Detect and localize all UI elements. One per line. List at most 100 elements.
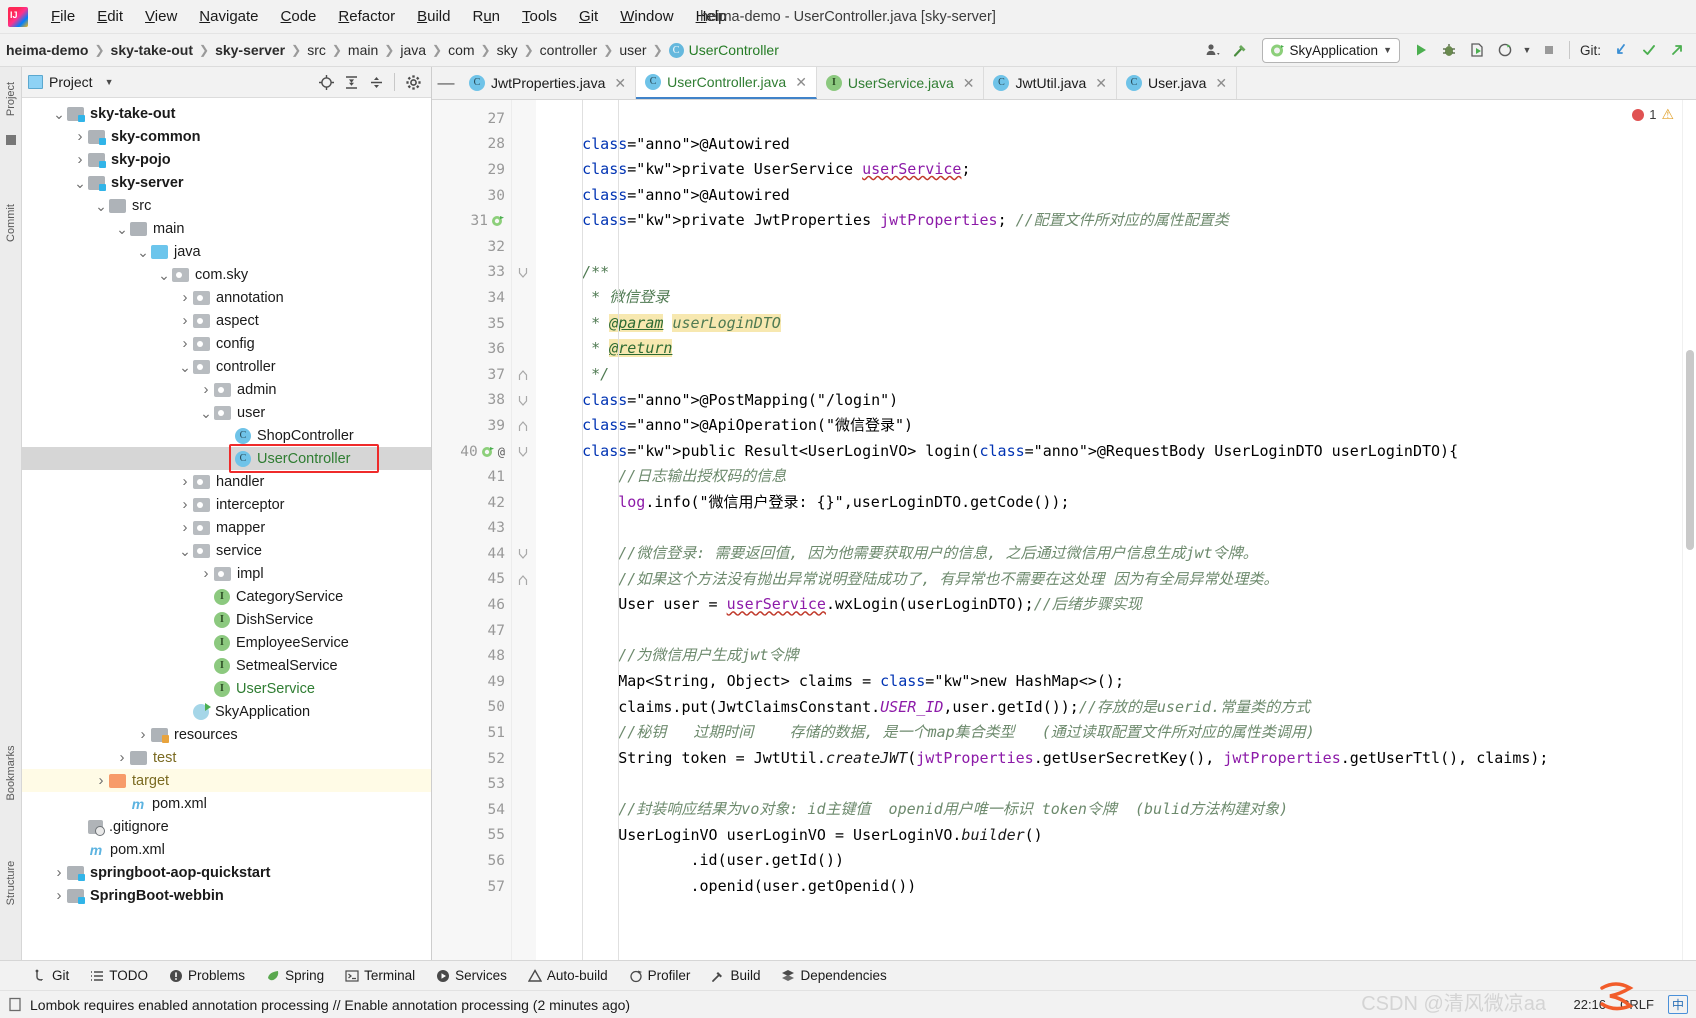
chevron-down-icon[interactable]: ⌄ — [177, 360, 193, 374]
menu-view[interactable]: View — [134, 5, 188, 28]
chevron-right-icon[interactable]: › — [72, 151, 88, 168]
tree-node-sky-take-out[interactable]: ⌄ sky-take-out — [22, 102, 431, 125]
code-line[interactable] — [536, 106, 1682, 132]
editor-tab-UserController.java[interactable]: C UserController.java ✕ — [636, 67, 817, 99]
menu-git[interactable]: Git — [568, 5, 609, 28]
tree-node-annotation[interactable]: › annotation — [22, 286, 431, 309]
menu-edit[interactable]: Edit — [86, 5, 134, 28]
fold-start-icon[interactable] — [518, 395, 529, 406]
breadcrumb-item-sky-take-out[interactable]: sky-take-out — [107, 40, 197, 60]
chevron-down-icon[interactable]: ⌄ — [51, 107, 67, 121]
tree-node-resources[interactable]: › resources — [22, 723, 431, 746]
chevron-down-icon[interactable]: ⌄ — [114, 222, 130, 236]
fold-start-icon[interactable] — [518, 548, 529, 560]
chevron-right-icon[interactable]: › — [198, 381, 214, 398]
user-avatar-icon[interactable] — [1200, 37, 1226, 63]
menu-window[interactable]: Window — [609, 5, 684, 28]
chevron-right-icon[interactable]: › — [135, 726, 151, 743]
code-line[interactable]: //为微信用户生成jwt令牌 — [536, 643, 1682, 669]
code-line[interactable] — [536, 618, 1682, 644]
code-line[interactable]: UserLoginVO userLoginVO = UserLoginVO.bu… — [536, 823, 1682, 849]
ime-indicator[interactable]: 中 — [1667, 995, 1688, 1014]
tree-node-pom.xml[interactable]: m pom.xml — [22, 838, 431, 861]
fold-end-icon[interactable] — [518, 369, 529, 380]
expand-all-icon[interactable] — [339, 70, 363, 94]
chevron-down-icon[interactable]: ⌄ — [93, 199, 109, 213]
menu-file[interactable]: File — [40, 5, 86, 28]
tree-node-target[interactable]: › target — [22, 769, 431, 792]
code-line[interactable]: class="anno">@ApiOperation("微信登录") — [536, 413, 1682, 439]
locate-icon[interactable] — [314, 70, 338, 94]
bottom-tab-problems[interactable]: Problems — [160, 965, 254, 986]
tree-node-pom.xml[interactable]: m pom.xml — [22, 792, 431, 815]
bottom-tab-profiler[interactable]: Profiler — [620, 965, 700, 986]
tree-node-DishService[interactable]: I DishService — [22, 608, 431, 631]
breadcrumb-current-class[interactable]: C UserController — [665, 40, 783, 61]
bottom-tab-dependencies[interactable]: Dependencies — [772, 965, 895, 986]
close-icon[interactable]: ✕ — [1215, 75, 1227, 92]
breadcrumb-item-controller[interactable]: controller — [536, 40, 602, 60]
bottom-tab-todo[interactable]: TODO — [81, 965, 157, 986]
chevron-right-icon[interactable]: › — [72, 128, 88, 145]
debug-icon[interactable] — [1436, 37, 1462, 63]
spring-endpoint-icon[interactable] — [481, 445, 495, 459]
close-icon[interactable]: ✕ — [1095, 75, 1107, 92]
code-line[interactable]: String token = JwtUtil.createJWT(jwtProp… — [536, 746, 1682, 772]
code-line[interactable]: //秘钥 过期时间 存储的数据, 是一个map集合类型 (通过读取配置文件所对应… — [536, 720, 1682, 746]
chevron-down-icon[interactable]: ⌄ — [135, 245, 151, 259]
code-line[interactable]: * 微信登录 — [536, 285, 1682, 311]
code-line[interactable] — [536, 234, 1682, 260]
chevron-down-icon[interactable]: ⌄ — [177, 544, 193, 558]
code-line[interactable]: claims.put(JwtClaimsConstant.USER_ID,use… — [536, 695, 1682, 721]
line-separator[interactable]: CRLF — [1620, 997, 1654, 1012]
git-commit-icon[interactable] — [1636, 37, 1662, 63]
run-with-coverage-icon[interactable] — [1464, 37, 1490, 63]
tree-node-.gitignore[interactable]: .gitignore — [22, 815, 431, 838]
tree-node-mapper[interactable]: › mapper — [22, 516, 431, 539]
tree-node-interceptor[interactable]: › interceptor — [22, 493, 431, 516]
tree-node-UserController[interactable]: C UserController — [22, 447, 431, 470]
code-line[interactable]: //如果这个方法没有抛出异常说明登陆成功了, 有异常也不需要在这处理 因为有全局… — [536, 567, 1682, 593]
code-line[interactable]: .openid(user.getOpenid()) — [536, 874, 1682, 900]
breadcrumb-item-heima-demo[interactable]: heima-demo — [2, 40, 92, 60]
stop-icon[interactable] — [1536, 37, 1562, 63]
close-icon[interactable]: ✕ — [614, 75, 626, 92]
menu-code[interactable]: Code — [270, 5, 328, 28]
code-line[interactable]: class="kw">public Result<UserLoginVO> lo… — [536, 439, 1682, 465]
fold-end-icon[interactable] — [518, 574, 529, 585]
chevron-down-icon[interactable]: ▼ — [1520, 37, 1534, 63]
breadcrumb-item-sky[interactable]: sky — [493, 40, 522, 60]
chevron-right-icon[interactable]: › — [177, 289, 193, 306]
tree-node-com.sky[interactable]: ⌄ com.sky — [22, 263, 431, 286]
editor-scrollbar[interactable] — [1682, 100, 1696, 960]
code-folding-column[interactable] — [512, 100, 536, 960]
hide-tabs-icon[interactable]: — — [432, 67, 460, 99]
settings-gear-icon[interactable] — [401, 70, 425, 94]
code-line[interactable]: User user = userService.wxLogin(userLogi… — [536, 592, 1682, 618]
tree-node-admin[interactable]: › admin — [22, 378, 431, 401]
inspection-status[interactable]: 1 ⚠ — [1632, 106, 1674, 123]
tree-node-main[interactable]: ⌄ main — [22, 217, 431, 240]
code-line[interactable]: //日志输出授权码的信息 — [536, 464, 1682, 490]
tree-node-user[interactable]: ⌄ user — [22, 401, 431, 424]
breadcrumb-item-user[interactable]: user — [615, 40, 650, 60]
bottom-tab-spring[interactable]: Spring — [257, 965, 333, 986]
code-line[interactable]: //微信登录: 需要返回值, 因为他需要获取用户的信息, 之后通过微信用户信息生… — [536, 541, 1682, 567]
bottom-tab-build[interactable]: Build — [702, 965, 769, 986]
menu-navigate[interactable]: Navigate — [188, 5, 269, 28]
close-icon[interactable]: ✕ — [795, 74, 807, 91]
chevron-down-icon[interactable]: ⌄ — [156, 268, 172, 282]
bottom-tab-auto-build[interactable]: Auto-build — [519, 965, 617, 986]
editor-gutter[interactable]: 27 28 29 30 31 32 33 34 35 36 37 38 39 40 @ 41 42 43 44 45 4… — [432, 100, 512, 960]
chevron-right-icon[interactable]: › — [177, 312, 193, 329]
tree-node-springboot-aop-quickstart[interactable]: › springboot-aop-quickstart — [22, 861, 431, 884]
code-line[interactable]: * @param userLoginDTO — [536, 311, 1682, 337]
strip-tab-bookmarks[interactable]: Bookmarks — [5, 738, 17, 808]
code-line[interactable] — [536, 771, 1682, 797]
chevron-right-icon[interactable]: › — [177, 473, 193, 490]
menu-refactor[interactable]: Refactor — [327, 5, 406, 28]
tree-node-sky-common[interactable]: › sky-common — [22, 125, 431, 148]
tree-node-controller[interactable]: ⌄ controller — [22, 355, 431, 378]
profiler-icon[interactable] — [1492, 37, 1518, 63]
project-tree[interactable]: ⌄ sky-take-out › sky-common › sky-pojo ⌄ sky-se… — [22, 98, 431, 960]
